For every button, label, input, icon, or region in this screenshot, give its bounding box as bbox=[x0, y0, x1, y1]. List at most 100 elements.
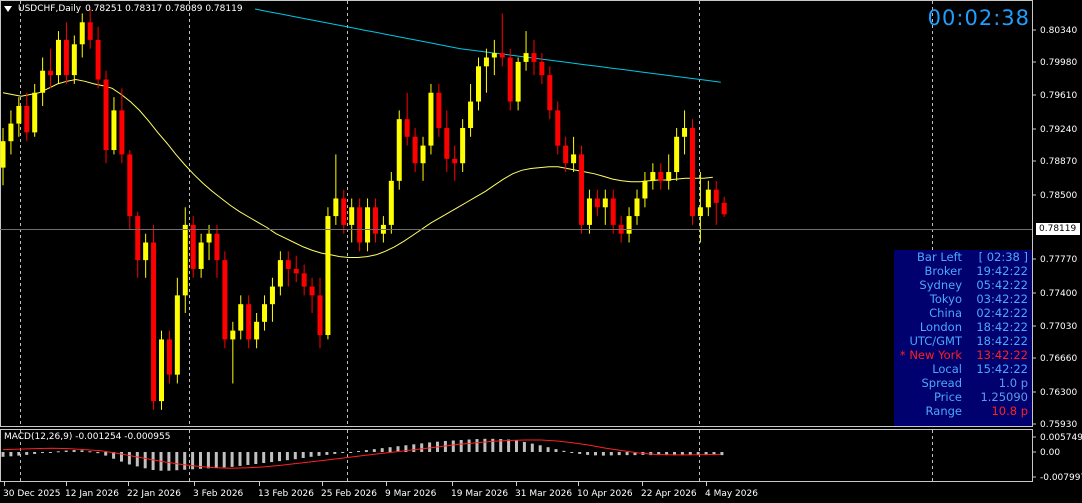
candle[interactable] bbox=[79, 13, 85, 58]
candle[interactable] bbox=[483, 48, 489, 93]
candle[interactable] bbox=[420, 136, 426, 181]
candle[interactable] bbox=[563, 136, 569, 173]
candle[interactable] bbox=[460, 119, 466, 173]
candle[interactable] bbox=[594, 189, 600, 217]
date-tick-label: 30 Dec 2025 bbox=[3, 489, 61, 499]
candle[interactable] bbox=[198, 233, 204, 278]
candle[interactable] bbox=[476, 57, 481, 111]
candle[interactable] bbox=[222, 251, 228, 349]
candle[interactable] bbox=[182, 207, 188, 313]
candle[interactable] bbox=[111, 97, 117, 155]
candle[interactable] bbox=[135, 211, 141, 278]
candle[interactable] bbox=[365, 198, 371, 252]
candle[interactable] bbox=[174, 277, 180, 384]
candle[interactable] bbox=[119, 88, 125, 164]
candle[interactable] bbox=[658, 163, 664, 190]
candle[interactable] bbox=[151, 224, 157, 410]
candle[interactable] bbox=[650, 163, 656, 190]
candle[interactable] bbox=[293, 255, 299, 283]
candle[interactable] bbox=[40, 57, 46, 106]
candle[interactable] bbox=[555, 101, 561, 155]
candle[interactable] bbox=[103, 70, 109, 164]
candle[interactable] bbox=[515, 57, 521, 111]
candle[interactable] bbox=[127, 150, 133, 230]
candle[interactable] bbox=[436, 83, 442, 137]
candle[interactable] bbox=[159, 330, 164, 410]
candle[interactable] bbox=[682, 110, 688, 155]
candle[interactable] bbox=[325, 207, 331, 340]
candle[interactable] bbox=[8, 110, 14, 155]
candle[interactable] bbox=[166, 330, 172, 384]
candle[interactable] bbox=[238, 295, 244, 340]
candle[interactable] bbox=[48, 48, 54, 89]
candle[interactable] bbox=[388, 172, 394, 234]
candle[interactable] bbox=[55, 31, 61, 84]
candle[interactable] bbox=[610, 189, 616, 234]
candle[interactable] bbox=[642, 172, 648, 208]
macd-histogram-bar bbox=[56, 451, 60, 453]
candle[interactable] bbox=[143, 233, 149, 278]
candle[interactable] bbox=[24, 92, 30, 142]
candle[interactable] bbox=[507, 48, 513, 111]
macd-axis: 0.005749 0.00 -0.007997 bbox=[1032, 433, 1082, 483]
candle[interactable] bbox=[277, 251, 283, 296]
candle[interactable] bbox=[63, 22, 69, 84]
candle[interactable] bbox=[309, 277, 315, 313]
info-value: 1.25090 bbox=[980, 390, 1028, 404]
candle[interactable] bbox=[697, 172, 703, 243]
candle[interactable] bbox=[285, 251, 291, 287]
candle[interactable] bbox=[491, 39, 497, 76]
candle[interactable] bbox=[254, 312, 260, 349]
candle[interactable] bbox=[634, 189, 640, 225]
candle[interactable] bbox=[214, 224, 220, 278]
candle[interactable] bbox=[246, 295, 252, 349]
candle[interactable] bbox=[396, 110, 402, 190]
candle[interactable] bbox=[349, 198, 355, 243]
candle[interactable] bbox=[468, 83, 474, 137]
candle[interactable] bbox=[190, 216, 196, 278]
candle[interactable] bbox=[357, 198, 363, 252]
candle[interactable] bbox=[444, 110, 450, 173]
candle[interactable] bbox=[674, 127, 680, 181]
candle[interactable] bbox=[428, 83, 434, 155]
candle[interactable] bbox=[571, 136, 577, 173]
candle[interactable] bbox=[301, 264, 307, 296]
candle[interactable] bbox=[452, 145, 458, 181]
candle[interactable] bbox=[689, 119, 695, 225]
candle[interactable] bbox=[71, 35, 77, 84]
candle[interactable] bbox=[206, 224, 212, 261]
candle[interactable] bbox=[262, 295, 268, 331]
candle[interactable] bbox=[705, 180, 711, 217]
candle[interactable] bbox=[499, 13, 505, 67]
info-row: Local 15:42:22 bbox=[894, 362, 1032, 376]
macd-histogram-bar bbox=[586, 452, 590, 455]
dropdown-arrow-icon[interactable] bbox=[4, 6, 12, 12]
candle[interactable] bbox=[230, 321, 236, 384]
candle[interactable] bbox=[666, 154, 672, 190]
candle[interactable] bbox=[333, 154, 339, 225]
macd-histogram-bar bbox=[262, 452, 266, 464]
candle[interactable] bbox=[317, 277, 323, 349]
macd-histogram-bar bbox=[333, 452, 337, 454]
candle[interactable] bbox=[721, 196, 727, 217]
candle[interactable] bbox=[32, 83, 38, 137]
candle[interactable] bbox=[531, 39, 537, 76]
candle[interactable] bbox=[579, 145, 585, 234]
candle[interactable] bbox=[87, 9, 93, 49]
candle[interactable] bbox=[586, 189, 592, 234]
candle[interactable] bbox=[95, 26, 101, 89]
candle[interactable] bbox=[341, 189, 347, 234]
candle[interactable] bbox=[372, 198, 378, 243]
macd-histogram-bar bbox=[562, 450, 566, 452]
candle[interactable] bbox=[523, 31, 529, 71]
candle[interactable] bbox=[539, 53, 545, 84]
info-value: 15:42:22 bbox=[976, 362, 1028, 376]
candle[interactable] bbox=[404, 92, 410, 146]
candle[interactable] bbox=[602, 189, 608, 225]
candle[interactable] bbox=[713, 180, 719, 225]
candle[interactable] bbox=[547, 66, 553, 120]
candle[interactable] bbox=[626, 207, 632, 243]
candle[interactable] bbox=[0, 127, 6, 186]
candle[interactable] bbox=[269, 277, 275, 322]
candle[interactable] bbox=[412, 127, 418, 173]
